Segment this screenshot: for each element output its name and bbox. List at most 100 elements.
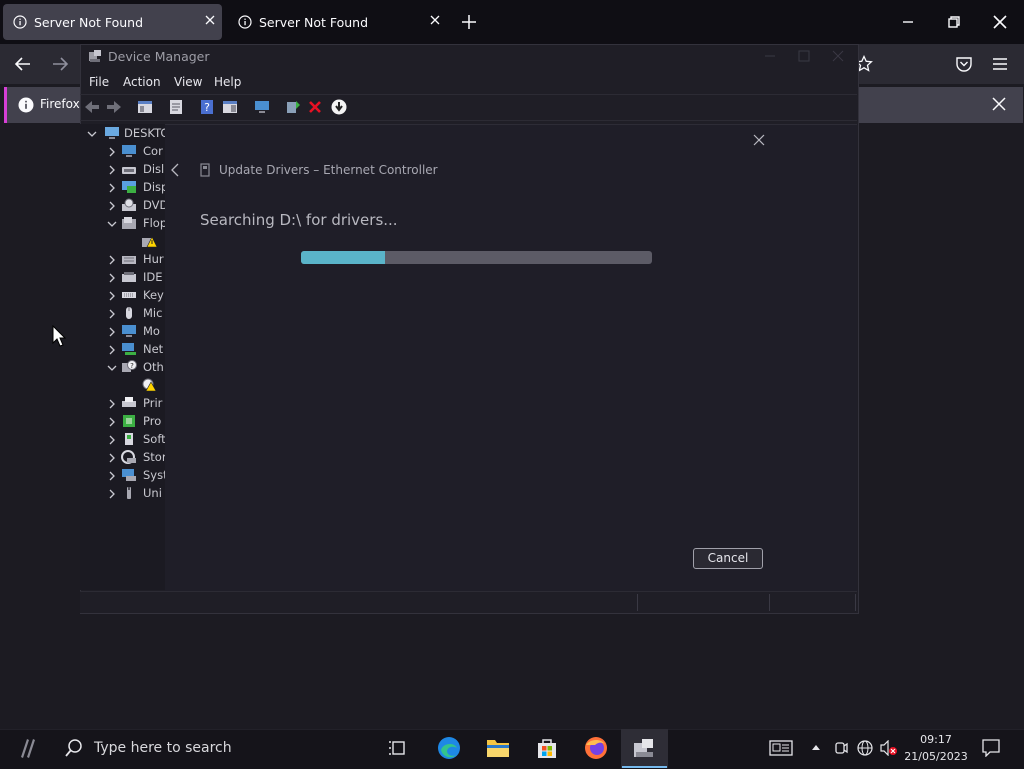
- chevron-right-icon[interactable]: [107, 273, 117, 283]
- tree-item[interactable]: Disl: [80, 161, 165, 179]
- chevron-right-icon[interactable]: [107, 201, 117, 211]
- tab-server-not-found-1[interactable]: Server Not Found: [3, 4, 222, 40]
- news-widget-button[interactable]: [769, 740, 793, 756]
- chevron-right-icon[interactable]: [107, 183, 117, 193]
- forward-button[interactable]: [51, 55, 69, 73]
- show-hidden-icons-button[interactable]: [811, 743, 821, 751]
- tree-item[interactable]: [80, 234, 165, 252]
- taskbar-search-box[interactable]: Type here to search: [94, 740, 232, 756]
- dialog-back-button[interactable]: [170, 162, 180, 178]
- menu-button[interactable]: [991, 55, 1009, 73]
- tab-close-icon[interactable]: [204, 14, 216, 26]
- back-button[interactable]: [14, 55, 32, 73]
- dialog-close-button[interactable]: [753, 134, 765, 146]
- status-divider: [855, 594, 856, 611]
- tree-item[interactable]: Net: [80, 341, 165, 359]
- tree-item[interactable]: Hur: [80, 251, 165, 269]
- action-pane-icon[interactable]: [222, 99, 238, 115]
- tree-item[interactable]: Syst: [80, 467, 168, 485]
- tree-item-label: Mo: [143, 324, 160, 338]
- mouse-cursor-icon: [52, 325, 66, 347]
- monitor-icon: [122, 145, 136, 157]
- chevron-right-icon[interactable]: [107, 489, 117, 499]
- tree-item[interactable]: Mo: [80, 323, 165, 341]
- tree-item[interactable]: Pro: [80, 413, 165, 431]
- notification-close-button[interactable]: [991, 96, 1007, 112]
- scan-hardware-icon[interactable]: [254, 99, 270, 115]
- tree-item[interactable]: Flop: [80, 215, 167, 233]
- pocket-button[interactable]: [955, 55, 973, 73]
- chevron-right-icon[interactable]: [107, 327, 117, 337]
- back-arrow-icon[interactable]: [84, 99, 100, 115]
- firefox-taskbar-button[interactable]: [584, 736, 608, 760]
- chevron-right-icon[interactable]: [107, 453, 117, 463]
- clock-time[interactable]: 09:17: [903, 733, 969, 746]
- task-view-button[interactable]: [387, 738, 407, 758]
- start-logo-icon: [21, 739, 35, 758]
- chevron-right-icon[interactable]: [107, 147, 117, 157]
- chevron-down-icon[interactable]: [87, 129, 97, 139]
- dm-close-button[interactable]: [832, 50, 844, 62]
- close-window-button[interactable]: [977, 0, 1023, 44]
- cancel-button[interactable]: Cancel: [693, 548, 763, 569]
- menu-action[interactable]: Action: [123, 75, 161, 89]
- store-taskbar-button[interactable]: [535, 736, 559, 760]
- show-hide-console-tree-icon[interactable]: [137, 99, 153, 115]
- volume-muted-icon[interactable]: [880, 740, 898, 756]
- chevron-right-icon[interactable]: [107, 291, 117, 301]
- tree-item[interactable]: DESKTC: [80, 125, 168, 143]
- tree-item[interactable]: Uni: [80, 485, 165, 503]
- tree-item[interactable]: Mic: [80, 305, 165, 323]
- update-driver-icon[interactable]: [285, 99, 301, 115]
- usb-icon: [127, 487, 131, 499]
- chevron-right-icon[interactable]: [107, 165, 117, 175]
- menu-view[interactable]: View: [174, 75, 202, 89]
- forward-arrow-icon[interactable]: [106, 99, 122, 115]
- tab-server-not-found-2[interactable]: Server Not Found: [228, 4, 447, 40]
- tree-item[interactable]: Cor: [80, 143, 165, 161]
- chevron-right-icon[interactable]: [107, 255, 117, 265]
- new-tab-button[interactable]: [459, 12, 479, 32]
- tree-item[interactable]: Key: [80, 287, 165, 305]
- edge-taskbar-button[interactable]: [437, 736, 461, 760]
- start-button[interactable]: [18, 737, 40, 759]
- floppy-controller-icon: [122, 217, 136, 229]
- minimize-button[interactable]: [885, 0, 931, 44]
- chevron-right-icon[interactable]: [107, 345, 117, 355]
- tree-item[interactable]: ? Oth: [80, 359, 165, 377]
- tree-item[interactable]: IDE: [80, 269, 165, 287]
- enable-device-icon[interactable]: [331, 99, 347, 115]
- tree-item[interactable]: [80, 377, 165, 395]
- chevron-right-icon[interactable]: [107, 435, 117, 445]
- tree-item[interactable]: DVD: [80, 197, 168, 215]
- search-icon[interactable]: [64, 738, 84, 758]
- dm-minimize-button[interactable]: [764, 50, 776, 62]
- chevron-right-icon[interactable]: [107, 471, 117, 481]
- tree-item[interactable]: Soft: [80, 431, 166, 449]
- tree-item[interactable]: Disp: [80, 179, 168, 197]
- chevron-right-icon[interactable]: [107, 417, 117, 427]
- network-globe-icon[interactable]: [857, 740, 873, 756]
- clock-date[interactable]: 21/05/2023: [903, 750, 969, 763]
- dvd-drive-icon: [122, 198, 136, 211]
- chevron-down-icon[interactable]: [107, 219, 117, 229]
- menu-help[interactable]: Help: [214, 75, 241, 89]
- chevron-right-icon[interactable]: [107, 309, 117, 319]
- chevron-down-icon[interactable]: [107, 363, 117, 373]
- help-icon[interactable]: ?: [199, 99, 215, 115]
- file-explorer-taskbar-button[interactable]: [486, 737, 510, 759]
- chevron-right-icon[interactable]: [107, 399, 117, 409]
- uninstall-device-icon[interactable]: [307, 99, 323, 115]
- menu-file[interactable]: File: [89, 75, 109, 89]
- tab-close-icon[interactable]: [429, 14, 441, 26]
- properties-icon[interactable]: [168, 99, 184, 115]
- action-center-button[interactable]: [982, 739, 1000, 757]
- restore-button[interactable]: [931, 0, 977, 44]
- tree-item[interactable]: Stor: [80, 449, 167, 467]
- menu-bar: File Action View Help: [80, 72, 857, 93]
- dm-maximize-button[interactable]: [798, 50, 810, 62]
- tree-item[interactable]: Prir: [80, 395, 165, 413]
- unknown-device-icon: [142, 378, 157, 392]
- meet-now-icon[interactable]: [833, 740, 849, 756]
- close-icon: [753, 134, 765, 146]
